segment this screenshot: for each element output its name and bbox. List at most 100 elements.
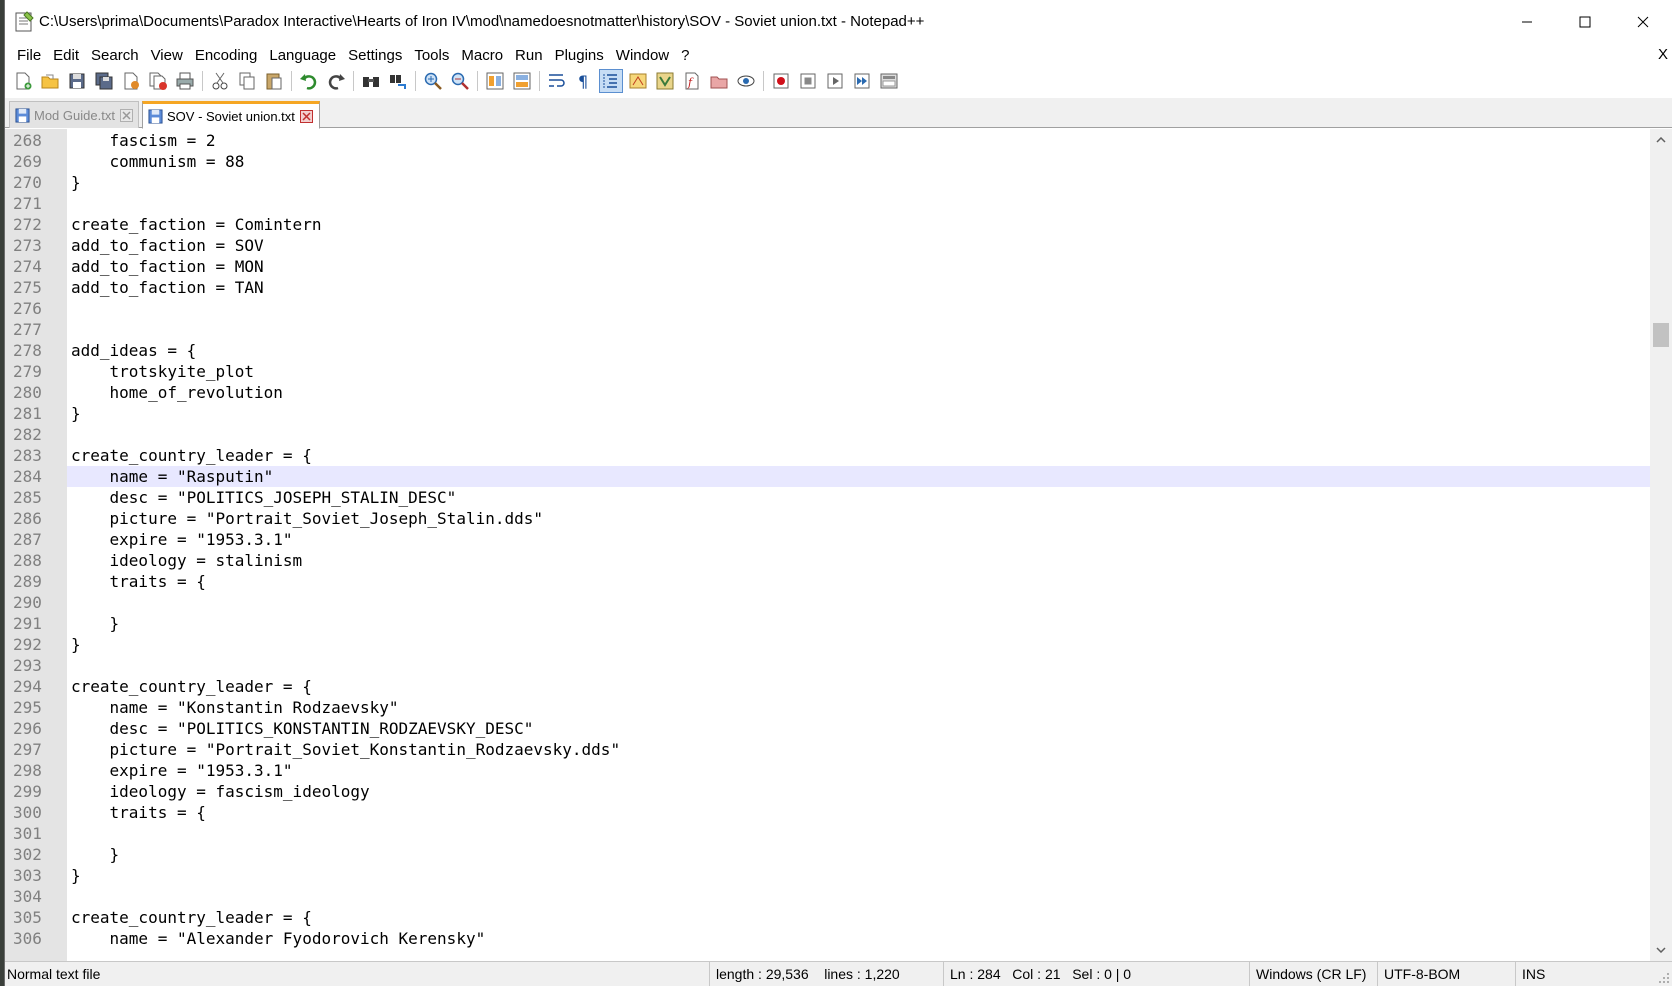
menu-tools[interactable]: Tools <box>408 47 455 64</box>
code-line[interactable]: 289 traits = { <box>5 571 1650 592</box>
close-window-button[interactable] <box>1614 0 1672 44</box>
indent-guide-icon[interactable] <box>599 69 623 93</box>
code-line[interactable]: 283 create_country_leader = { <box>5 445 1650 466</box>
title-bar[interactable]: C:\Users\prima\Documents\Paradox Interac… <box>5 0 1672 44</box>
code-line[interactable]: 301 <box>5 823 1650 844</box>
menu-view[interactable]: View <box>145 47 189 64</box>
sync-horizontal-icon[interactable] <box>510 69 534 93</box>
redo-icon[interactable] <box>324 69 348 93</box>
open-file-icon[interactable] <box>38 69 62 93</box>
line-text[interactable]: home_of_revolution <box>67 382 1650 403</box>
line-text[interactable]: trotskyite_plot <box>67 361 1650 382</box>
folder-workspace-icon[interactable] <box>707 69 731 93</box>
close-file-icon[interactable] <box>119 69 143 93</box>
tab-mod-guide[interactable]: Mod Guide.txt <box>9 101 139 128</box>
status-encoding[interactable]: UTF-8-BOM <box>1377 962 1515 986</box>
close-document-button[interactable]: X <box>1658 46 1668 63</box>
line-text[interactable]: } <box>67 844 1650 865</box>
tab-close-icon[interactable] <box>119 108 133 122</box>
monitoring-icon[interactable] <box>734 69 758 93</box>
menu-settings[interactable]: Settings <box>342 47 408 64</box>
code-line[interactable]: 278 add_ideas = { <box>5 340 1650 361</box>
line-text[interactable]: add_ideas = { <box>67 340 1650 361</box>
close-all-icon[interactable] <box>146 69 170 93</box>
line-text[interactable]: traits = { <box>67 802 1650 823</box>
code-line[interactable]: 282 <box>5 424 1650 445</box>
menu-search[interactable]: Search <box>85 47 145 64</box>
replace-icon[interactable] <box>386 69 410 93</box>
menu-window[interactable]: Window <box>610 47 675 64</box>
menu-language[interactable]: Language <box>263 47 342 64</box>
line-text[interactable]: add_to_faction = SOV <box>67 235 1650 256</box>
print-icon[interactable] <box>173 69 197 93</box>
tab-close-icon[interactable] <box>299 109 313 123</box>
code-line[interactable]: 297 picture = "Portrait_Soviet_Konstanti… <box>5 739 1650 760</box>
code-line[interactable]: 295 name = "Konstantin Rodzaevsky" <box>5 697 1650 718</box>
line-text[interactable]: create_faction = Comintern <box>67 214 1650 235</box>
line-text[interactable]: desc = "POLITICS_KONSTANTIN_RODZAEVSKY_D… <box>67 718 1650 739</box>
line-text[interactable]: traits = { <box>67 571 1650 592</box>
zoom-out-icon[interactable] <box>448 69 472 93</box>
document-map-icon[interactable] <box>653 69 677 93</box>
code-line[interactable]: 290 <box>5 592 1650 613</box>
line-text[interactable]: } <box>67 172 1650 193</box>
record-macro-icon[interactable] <box>769 69 793 93</box>
run-macro-multiple-icon[interactable] <box>850 69 874 93</box>
scroll-up-button[interactable] <box>1650 131 1672 149</box>
code-line[interactable]: 300 traits = { <box>5 802 1650 823</box>
play-macro-icon[interactable] <box>823 69 847 93</box>
line-text[interactable]: communism = 88 <box>67 151 1650 172</box>
line-text[interactable]: desc = "POLITICS_JOSEPH_STALIN_DESC" <box>67 487 1650 508</box>
code-line[interactable]: 291 } <box>5 613 1650 634</box>
maximize-button[interactable] <box>1556 0 1614 44</box>
code-line[interactable]: 306 name = "Alexander Fyodorovich Kerens… <box>5 928 1650 949</box>
vertical-scrollbar[interactable] <box>1650 129 1672 961</box>
new-file-icon[interactable] <box>11 69 35 93</box>
line-text[interactable]: name = "Rasputin" <box>67 466 1650 487</box>
code-line[interactable]: 272 create_faction = Comintern <box>5 214 1650 235</box>
code-line[interactable]: 285 desc = "POLITICS_JOSEPH_STALIN_DESC" <box>5 487 1650 508</box>
save-icon[interactable] <box>65 69 89 93</box>
code-line[interactable]: 271 <box>5 193 1650 214</box>
code-line[interactable]: 298 expire = "1953.3.1" <box>5 760 1650 781</box>
code-line[interactable]: 276 <box>5 298 1650 319</box>
undo-icon[interactable] <box>297 69 321 93</box>
save-all-icon[interactable] <box>92 69 116 93</box>
show-all-characters-icon[interactable]: ¶ <box>572 69 596 93</box>
word-wrap-icon[interactable] <box>545 69 569 93</box>
code-line[interactable]: 281} <box>5 403 1650 424</box>
line-text[interactable]: picture = "Portrait_Soviet_Joseph_Stalin… <box>67 508 1650 529</box>
line-text[interactable]: add_to_faction = MON <box>67 256 1650 277</box>
code-line[interactable]: 305 create_country_leader = { <box>5 907 1650 928</box>
menu-macro[interactable]: Macro <box>455 47 509 64</box>
paste-icon[interactable] <box>262 69 286 93</box>
code-line[interactable]: 288 ideology = stalinism <box>5 550 1650 571</box>
line-text[interactable]: create_country_leader = { <box>67 907 1650 928</box>
code-line[interactable]: 274 add_to_faction = MON <box>5 256 1650 277</box>
line-text[interactable]: } <box>67 865 1650 886</box>
code-line[interactable]: 293 <box>5 655 1650 676</box>
line-text[interactable]: ideology = stalinism <box>67 550 1650 571</box>
code-line[interactable]: 299 ideology = fascism_ideology <box>5 781 1650 802</box>
zoom-in-icon[interactable] <box>421 69 445 93</box>
line-text[interactable]: } <box>67 634 1650 655</box>
code-line[interactable]: 302 } <box>5 844 1650 865</box>
stop-macro-icon[interactable] <box>796 69 820 93</box>
line-text[interactable]: add_to_faction = TAN <box>67 277 1650 298</box>
line-text[interactable]: } <box>67 403 1650 424</box>
menu-encoding[interactable]: Encoding <box>189 47 264 64</box>
code-line[interactable]: 294 create_country_leader = { <box>5 676 1650 697</box>
user-defined-language-icon[interactable] <box>626 69 650 93</box>
code-line[interactable]: 286 picture = "Portrait_Soviet_Joseph_St… <box>5 508 1650 529</box>
menu-plugins[interactable]: Plugins <box>549 47 610 64</box>
tab-sov-soviet-union[interactable]: SOV - Soviet union.txt <box>142 101 320 129</box>
code-line[interactable]: 279 trotskyite_plot <box>5 361 1650 382</box>
cut-icon[interactable] <box>208 69 232 93</box>
code-line[interactable]: 304 <box>5 886 1650 907</box>
line-text[interactable]: expire = "1953.3.1" <box>67 760 1650 781</box>
code-line[interactable]: 292} <box>5 634 1650 655</box>
line-text[interactable]: picture = "Portrait_Soviet_Konstantin_Ro… <box>67 739 1650 760</box>
line-text[interactable]: create_country_leader = { <box>67 445 1650 466</box>
menu-file[interactable]: File <box>11 47 47 64</box>
sync-vertical-icon[interactable] <box>483 69 507 93</box>
